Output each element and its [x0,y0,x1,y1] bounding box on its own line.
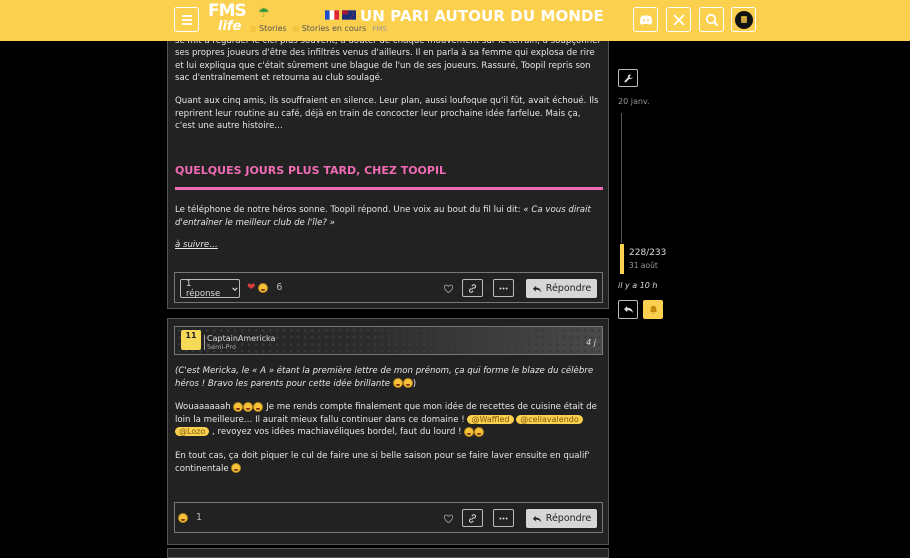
wrench-icon [623,73,633,82]
rofl-emoji-icon [392,378,403,389]
post: 11 CaptainAmericka Semi-Pro 4 j (C'est M… [167,318,609,545]
user-mention[interactable]: @celiavalendo [516,414,583,424]
discord-icon [639,15,652,25]
link-icon [468,283,477,293]
laughing-emoji-icon [474,426,485,437]
category-icon: ☂ [258,6,270,21]
topic-admin-button[interactable] [618,69,638,87]
like-heart-icon[interactable] [443,283,454,294]
post-body: aussi ... Mais au fur et à mesure que le… [175,23,603,133]
user-avatar[interactable]: 11 [181,330,201,350]
timeline-last-post[interactable]: il y a 10 h [618,281,658,290]
heart-reaction-icon: ❤ [247,282,256,293]
timeline-track[interactable] [621,113,622,243]
user-rank: Semi-Pro [207,343,236,351]
more-options-button[interactable] [493,279,514,297]
breadcrumb-stories[interactable]: Stories [250,24,287,33]
replies-toggle-button[interactable]: 1 réponse [180,279,240,299]
to-be-continued: à suivre… [175,240,218,250]
post-paragraph: En tout cas, ça doit piquer le cul de fa… [175,450,590,474]
heading-divider [175,187,603,190]
rofl-emoji-icon [253,401,264,412]
avatar [734,10,753,29]
post-paragraph: Quant aux cinq amis, ils souffraient en … [175,96,599,132]
logo-subtext: life [218,19,242,34]
chevron-down-icon [232,286,238,291]
post-date[interactable]: 4 j [586,338,596,347]
ellipsis-icon [499,287,508,289]
rofl-emoji-icon [233,401,244,412]
topic-title: UN PARI AUTOUR DU MONDE [360,7,604,25]
link-icon [468,513,477,523]
copy-link-button[interactable] [462,279,483,297]
tag-label[interactable]: FMS [372,25,387,33]
post-body: (C'est Mericka, le « A » étant la premiè… [175,365,603,475]
timeline-start-date[interactable]: 20 janv. [618,97,650,106]
slightly-smiling-emoji-icon [231,463,242,474]
bell-icon [649,305,657,314]
x-icon [672,13,685,26]
reply-button[interactable]: Répondre [526,509,597,528]
discord-button[interactable] [633,7,658,32]
user-avatar-button[interactable] [731,7,756,32]
reply-arrow-icon [532,285,541,292]
laughing-reaction-icon [258,282,269,293]
reply-arrow-icon [623,306,633,313]
breadcrumb: Stories Stories en cours FMS [250,24,387,33]
section-heading: QUELQUES JOURS PLUS TARD, CHEZ TOOPIL [175,164,447,177]
laughing-reaction-icon [178,512,188,523]
rofl-emoji-icon [243,401,254,412]
ellipsis-icon [499,517,508,519]
notifications-button[interactable] [643,300,663,319]
post-author-bar: 11 CaptainAmericka Semi-Pro 4 j [174,326,603,355]
x-twitter-button[interactable] [666,7,691,32]
reactions-summary[interactable]: ❤ 6 [247,282,282,293]
breadcrumb-stories-en-cours[interactable]: Stories en cours [292,24,366,33]
post-actions: 1 Répondre [174,502,603,533]
post-paragraph: (C'est Mericka, le « A » étant la premiè… [175,366,594,389]
timeline-position: 228/233 [629,248,667,258]
reply-button[interactable]: Répondre [526,279,597,298]
timeline-position-date: 31 août [629,261,658,270]
search-button[interactable] [699,7,724,32]
post-actions: 1 réponse ❤ 6 Répondre [174,272,603,303]
timeline-scroll-handle[interactable] [620,244,624,274]
divider [204,335,205,350]
post-paragraph: Wouaaaaaah Je me rends compte finalement… [175,401,597,438]
search-icon [705,13,718,26]
hamburger-menu-button[interactable] [174,7,199,32]
reply-arrow-icon [532,515,541,522]
flag-icons [325,10,356,20]
more-options-button[interactable] [493,509,514,527]
france-flag-icon [325,10,339,20]
post: aussi ... Mais au fur et à mesure que le… [167,0,609,309]
copy-link-button[interactable] [462,509,483,527]
post-paragraph: Le téléphone de notre héros sonne. Toopi… [175,205,591,228]
user-mention[interactable]: @Lozo [175,427,210,437]
like-heart-icon[interactable] [443,513,454,524]
site-header: FMS life ☂ Stories Stories en cours FMS … [0,0,910,41]
menu-icon [181,14,192,25]
reactions-summary[interactable]: 1 [178,512,202,523]
user-mention[interactable]: @Waffled [467,414,514,424]
rofl-emoji-icon [402,378,413,389]
logo-text: FMS [208,1,247,21]
site-logo[interactable]: FMS life [208,1,247,35]
post-username[interactable]: CaptainAmericka [207,334,275,343]
laughing-emoji-icon [464,426,475,437]
new-zealand-flag-icon [342,10,356,20]
post [167,548,609,558]
timeline-reply-button[interactable] [618,300,638,319]
